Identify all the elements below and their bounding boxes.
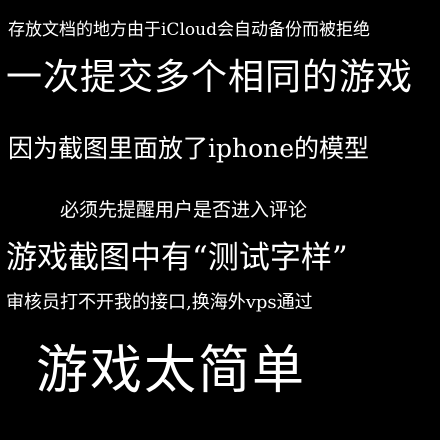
- reason-review-prompt: 必须先提醒用户是否进入评论: [60, 199, 308, 221]
- reason-game-too-simple: 游戏太简单: [36, 341, 307, 401]
- reason-icloud-backup: 存放文档的地方由于iCloud会自动备份而被拒绝: [8, 20, 370, 40]
- reason-test-text-screenshot: 游戏截图中有“测试字样”: [6, 240, 348, 276]
- reason-reviewer-interface: 审核员打不开我的接口,换海外vps通过: [6, 292, 313, 313]
- image-canvas: 存放文档的地方由于iCloud会自动备份而被拒绝 一次提交多个相同的游戏 因为截…: [0, 0, 440, 440]
- reason-iphone-model-screenshot: 因为截图里面放了iphone的模型: [8, 134, 370, 163]
- reason-duplicate-games: 一次提交多个相同的游戏: [6, 57, 414, 98]
